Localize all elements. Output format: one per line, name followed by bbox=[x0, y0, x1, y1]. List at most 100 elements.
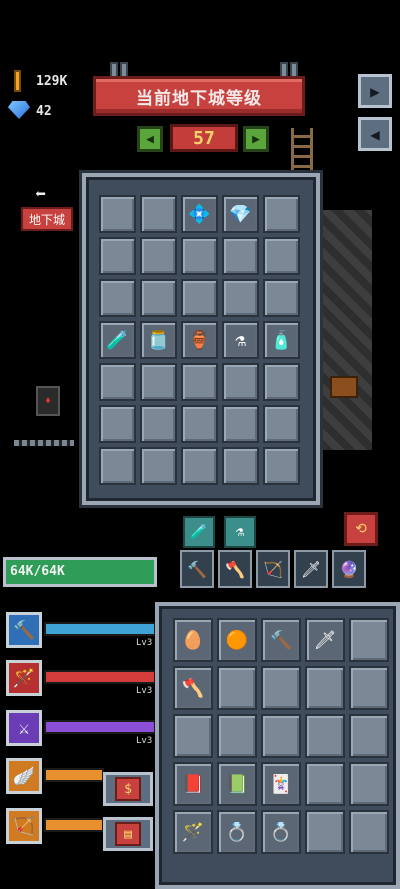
inventory-slot[interactable] bbox=[263, 447, 300, 485]
inventory-slot[interactable] bbox=[140, 447, 177, 485]
fire-wand-skill-level: Lv3 bbox=[136, 686, 153, 696]
equipment-slot[interactable] bbox=[305, 762, 345, 806]
equipment-slot[interactable] bbox=[349, 762, 389, 806]
exit-button[interactable]: ▶ bbox=[358, 74, 392, 108]
wings-skill-icon[interactable]: 🪽 bbox=[6, 758, 42, 794]
chest-icon: ▤ bbox=[115, 822, 141, 846]
prev-level-button[interactable]: ◀ bbox=[137, 126, 163, 152]
back-arrow-icon[interactable]: ⬅ bbox=[35, 184, 46, 205]
equipment-item[interactable]: 📕 bbox=[173, 762, 213, 806]
inventory-slot[interactable] bbox=[99, 195, 136, 233]
wall-ledge bbox=[14, 440, 74, 446]
inventory-slot[interactable] bbox=[140, 237, 177, 275]
inventory-slot[interactable] bbox=[263, 363, 300, 401]
equipped-slot[interactable]: 🔮 bbox=[332, 550, 366, 588]
inventory-item[interactable]: 💠 bbox=[181, 195, 218, 233]
equipment-slot[interactable] bbox=[217, 714, 257, 758]
dungeon-level-title: 当前地下城等级 bbox=[93, 76, 305, 116]
equipment-slot[interactable] bbox=[349, 666, 389, 710]
gem-count: 42 bbox=[36, 104, 52, 119]
equipment-item[interactable]: 🗡 bbox=[305, 618, 345, 662]
inventory-slot[interactable] bbox=[263, 279, 300, 317]
speaker-icon: ◀ bbox=[370, 124, 380, 144]
inventory-slot[interactable] bbox=[140, 363, 177, 401]
auto-battle-button[interactable]: ⟲ bbox=[344, 512, 378, 546]
dungeon-button[interactable]: 地下城 bbox=[21, 207, 73, 231]
inventory-item[interactable]: 🫙 bbox=[140, 321, 177, 359]
inventory-slot[interactable] bbox=[140, 405, 177, 443]
inventory-slot[interactable] bbox=[222, 279, 259, 317]
inventory-slot[interactable] bbox=[99, 447, 136, 485]
inventory-slot[interactable] bbox=[140, 195, 177, 233]
diamond-icon bbox=[8, 101, 30, 119]
equipment-slot[interactable] bbox=[217, 666, 257, 710]
inventory-slot[interactable] bbox=[99, 279, 136, 317]
ladder-decoration bbox=[291, 128, 313, 170]
equipment-slot[interactable] bbox=[349, 618, 389, 662]
inventory-slot[interactable] bbox=[181, 279, 218, 317]
equipment-slot[interactable] bbox=[349, 810, 389, 854]
potion-slot-1[interactable]: 🧪 bbox=[183, 516, 215, 548]
inventory-panel: 💠 💎 🧪 🫙 🏺 ⚗ 🧴 bbox=[82, 173, 320, 505]
inventory-slot[interactable] bbox=[181, 363, 218, 401]
inventory-item[interactable]: 🏺 bbox=[181, 321, 218, 359]
dollar-icon: $ bbox=[115, 777, 141, 801]
stone-wall bbox=[322, 210, 372, 450]
bow-skill-icon[interactable]: 🏹 bbox=[6, 808, 42, 844]
inventory-slot[interactable] bbox=[99, 405, 136, 443]
current-level: 57 bbox=[170, 124, 238, 152]
equipment-slot[interactable] bbox=[305, 810, 345, 854]
inventory-item[interactable]: ⚗ bbox=[222, 321, 259, 359]
inventory-item[interactable]: 💎 bbox=[222, 195, 259, 233]
equipment-slot[interactable] bbox=[261, 666, 301, 710]
equipment-slot[interactable] bbox=[261, 714, 301, 758]
equipment-slot[interactable] bbox=[173, 714, 213, 758]
inventory-item[interactable]: 🧪 bbox=[99, 321, 136, 359]
equipped-weapons: 🔨 🪓 🏹 🗡 🔮 bbox=[180, 550, 366, 588]
inventory-slot[interactable] bbox=[181, 405, 218, 443]
inventory-slot[interactable] bbox=[99, 237, 136, 275]
inventory-slot[interactable] bbox=[222, 237, 259, 275]
mace-skill-bar bbox=[44, 622, 156, 636]
inventory-item[interactable]: 🧴 bbox=[263, 321, 300, 359]
equipment-item[interactable]: 📗 bbox=[217, 762, 257, 806]
sound-button[interactable]: ◀ bbox=[358, 117, 392, 151]
fire-wand-skill-icon[interactable]: 🪄 bbox=[6, 660, 42, 696]
arcane-skill-icon[interactable]: ⚔ bbox=[6, 710, 42, 746]
mace-skill-icon[interactable]: 🔨 bbox=[6, 612, 42, 648]
inventory-slot[interactable] bbox=[263, 195, 300, 233]
equipment-item[interactable]: 🪓 bbox=[173, 666, 213, 710]
equipped-slot[interactable]: 🪓 bbox=[218, 550, 252, 588]
equipment-slot[interactable] bbox=[305, 714, 345, 758]
inventory-slot[interactable] bbox=[222, 447, 259, 485]
equipped-slot[interactable]: 🏹 bbox=[256, 550, 290, 588]
equipment-item[interactable]: 💍 bbox=[261, 810, 301, 854]
treasure-chest bbox=[330, 376, 358, 398]
inventory-slot[interactable] bbox=[263, 405, 300, 443]
inventory-slot[interactable] bbox=[181, 237, 218, 275]
equipment-item[interactable]: 🥚 bbox=[173, 618, 213, 662]
chest-button[interactable]: ▤ bbox=[103, 817, 153, 851]
equipment-item[interactable]: 💍 bbox=[217, 810, 257, 854]
inventory-slot[interactable] bbox=[181, 447, 218, 485]
equipment-slot[interactable] bbox=[349, 714, 389, 758]
inventory-slot[interactable] bbox=[140, 279, 177, 317]
equipment-item[interactable]: 🃏 bbox=[261, 762, 301, 806]
inventory-slot[interactable] bbox=[99, 363, 136, 401]
equipment-item[interactable]: 🪄 bbox=[173, 810, 213, 854]
bow-skill-bar bbox=[44, 818, 104, 832]
inventory-slot[interactable] bbox=[222, 363, 259, 401]
wings-skill-bar bbox=[44, 768, 104, 782]
shrine-decoration: ♦ bbox=[36, 386, 60, 416]
equipment-slot[interactable] bbox=[305, 666, 345, 710]
equipped-slot[interactable]: 🗡 bbox=[294, 550, 328, 588]
equipment-item[interactable]: 🔨 bbox=[261, 618, 301, 662]
equipment-item[interactable]: 🟠 bbox=[217, 618, 257, 662]
equipped-slot[interactable]: 🔨 bbox=[180, 550, 214, 588]
shop-button[interactable]: $ bbox=[103, 772, 153, 806]
gold-count: 129K bbox=[36, 74, 68, 89]
inventory-slot[interactable] bbox=[222, 405, 259, 443]
next-level-button[interactable]: ▶ bbox=[243, 126, 269, 152]
inventory-slot[interactable] bbox=[263, 237, 300, 275]
potion-slot-2[interactable]: ⚗ bbox=[224, 516, 256, 548]
